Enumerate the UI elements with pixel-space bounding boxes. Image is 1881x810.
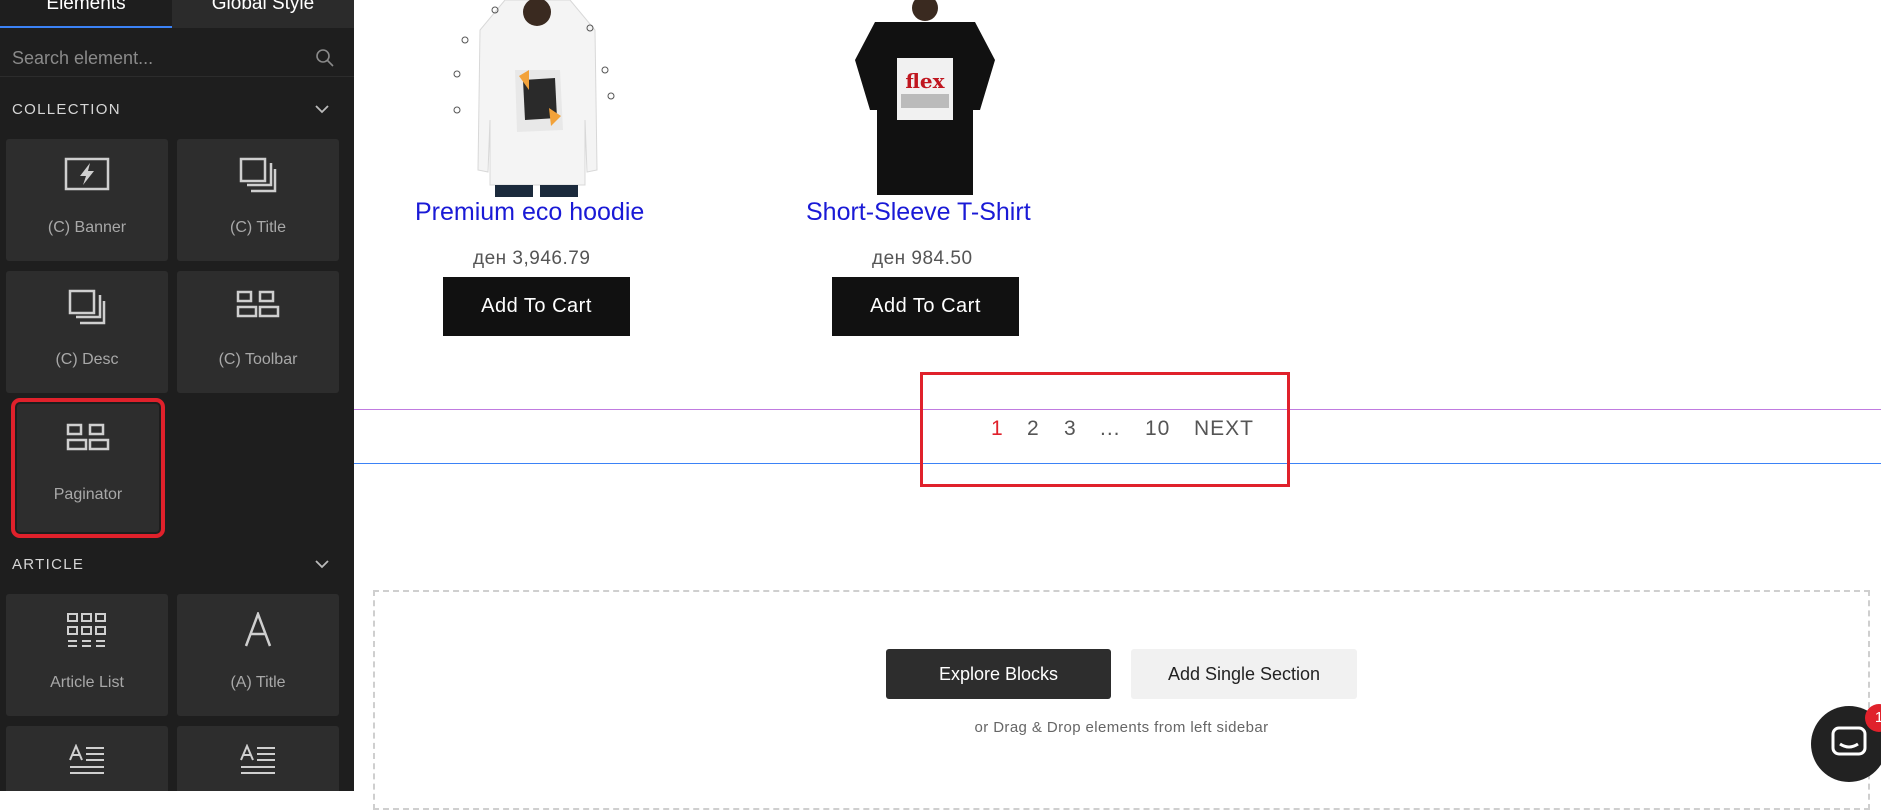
element-card-title[interactable]: (C) Title <box>177 139 339 261</box>
card-label: (C) Toolbar <box>218 351 298 368</box>
chevron-down-icon[interactable] <box>314 558 330 570</box>
banner-icon <box>64 157 110 191</box>
card-label: (C) Banner <box>47 219 127 236</box>
tshirt-print-text: flex <box>905 69 945 93</box>
section-header-collection[interactable]: COLLECTION <box>12 101 342 123</box>
card-label: Article List <box>50 674 124 691</box>
product-price: ден 3,946.79 <box>473 248 591 269</box>
element-card-article-text[interactable] <box>6 726 168 791</box>
card-label: (C) Title <box>230 219 286 236</box>
drag-drop-hint: or Drag & Drop elements from left sideba… <box>974 719 1269 736</box>
card-label: (C) Desc <box>55 351 119 368</box>
text-lines-icon <box>69 744 104 774</box>
element-card-article-title[interactable]: (A) Title <box>177 594 339 716</box>
sidebar: Elements Global Style COLLECTION (C) Ban… <box>0 0 354 791</box>
page-link-3[interactable]: 3 <box>1064 417 1077 441</box>
article-grid-icon <box>67 613 106 647</box>
element-card-banner[interactable]: (C) Banner <box>6 139 168 261</box>
letter-a-icon <box>244 612 272 647</box>
sidebar-tabs: Elements Global Style <box>0 0 354 28</box>
section-title: COLLECTION <box>12 101 121 118</box>
explore-blocks-button[interactable]: Explore Blocks <box>886 649 1111 699</box>
element-card-desc[interactable]: (C) Desc <box>6 271 168 393</box>
element-card-article-list[interactable]: Article List <box>6 594 168 716</box>
card-label: (A) Title <box>230 674 286 691</box>
add-to-cart-button[interactable]: Add To Cart <box>832 277 1019 336</box>
section-header-article[interactable]: ARTICLE <box>12 556 342 578</box>
product-title-link[interactable]: Premium eco hoodie <box>415 198 644 227</box>
page-link-1[interactable]: 1 <box>991 417 1004 441</box>
page-ellipsis: ... <box>1100 417 1121 440</box>
toolbar-grid-icon <box>236 290 280 318</box>
tshirt-image[interactable]: flex <box>845 0 1010 197</box>
card-label: Paginator <box>53 486 123 503</box>
product-title-link[interactable]: Short-Sleeve T-Shirt <box>806 198 1031 227</box>
add-single-section-button[interactable]: Add Single Section <box>1131 649 1357 699</box>
hoodie-image[interactable] <box>445 0 630 197</box>
section-title: ARTICLE <box>12 556 85 573</box>
add-to-cart-button[interactable]: Add To Cart <box>443 277 630 336</box>
next-page-link[interactable]: NEXT <box>1194 417 1254 441</box>
chevron-down-icon[interactable] <box>314 103 330 115</box>
element-card-toolbar[interactable]: (C) Toolbar <box>177 271 339 393</box>
section-dropzone[interactable] <box>373 590 1870 810</box>
stacked-squares-icon <box>239 157 277 193</box>
toolbar-grid-icon <box>66 423 110 451</box>
search-input[interactable] <box>10 44 304 72</box>
element-card-article-desc[interactable] <box>177 726 339 791</box>
stacked-squares-icon <box>68 289 106 325</box>
page-link-10[interactable]: 10 <box>1145 417 1170 441</box>
search-icon[interactable] <box>315 48 335 68</box>
tab-elements[interactable]: Elements <box>0 0 172 28</box>
product-price: ден 984.50 <box>872 248 973 269</box>
chat-bubble-icon <box>1831 726 1867 756</box>
element-search <box>0 38 354 77</box>
tab-global-style[interactable]: Global Style <box>172 0 354 28</box>
text-lines-icon <box>240 744 275 774</box>
page-link-2[interactable]: 2 <box>1027 417 1040 441</box>
element-card-paginator[interactable]: Paginator <box>11 398 165 538</box>
